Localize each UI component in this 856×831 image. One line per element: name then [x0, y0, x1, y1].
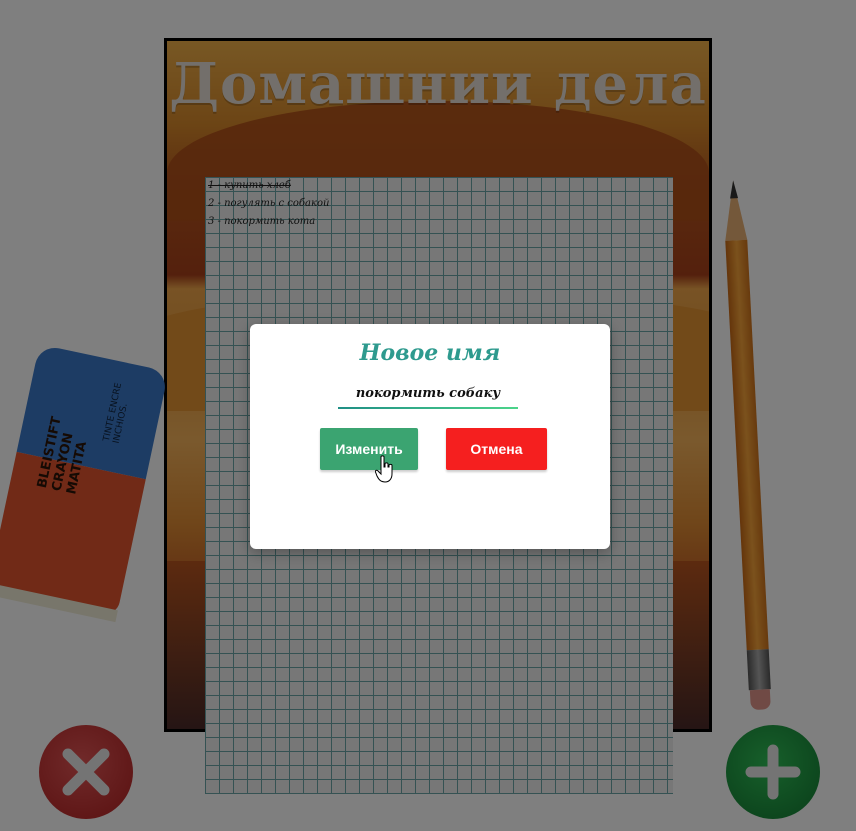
- hand-cursor-icon: [375, 455, 393, 483]
- input-underline: [338, 407, 518, 409]
- cancel-button[interactable]: Отмена: [446, 428, 547, 470]
- change-button[interactable]: Изменить: [320, 428, 418, 470]
- name-input[interactable]: [338, 380, 518, 406]
- rename-dialog: Новое имя Изменить Отмена: [250, 324, 610, 549]
- dialog-title: Новое имя: [359, 340, 501, 366]
